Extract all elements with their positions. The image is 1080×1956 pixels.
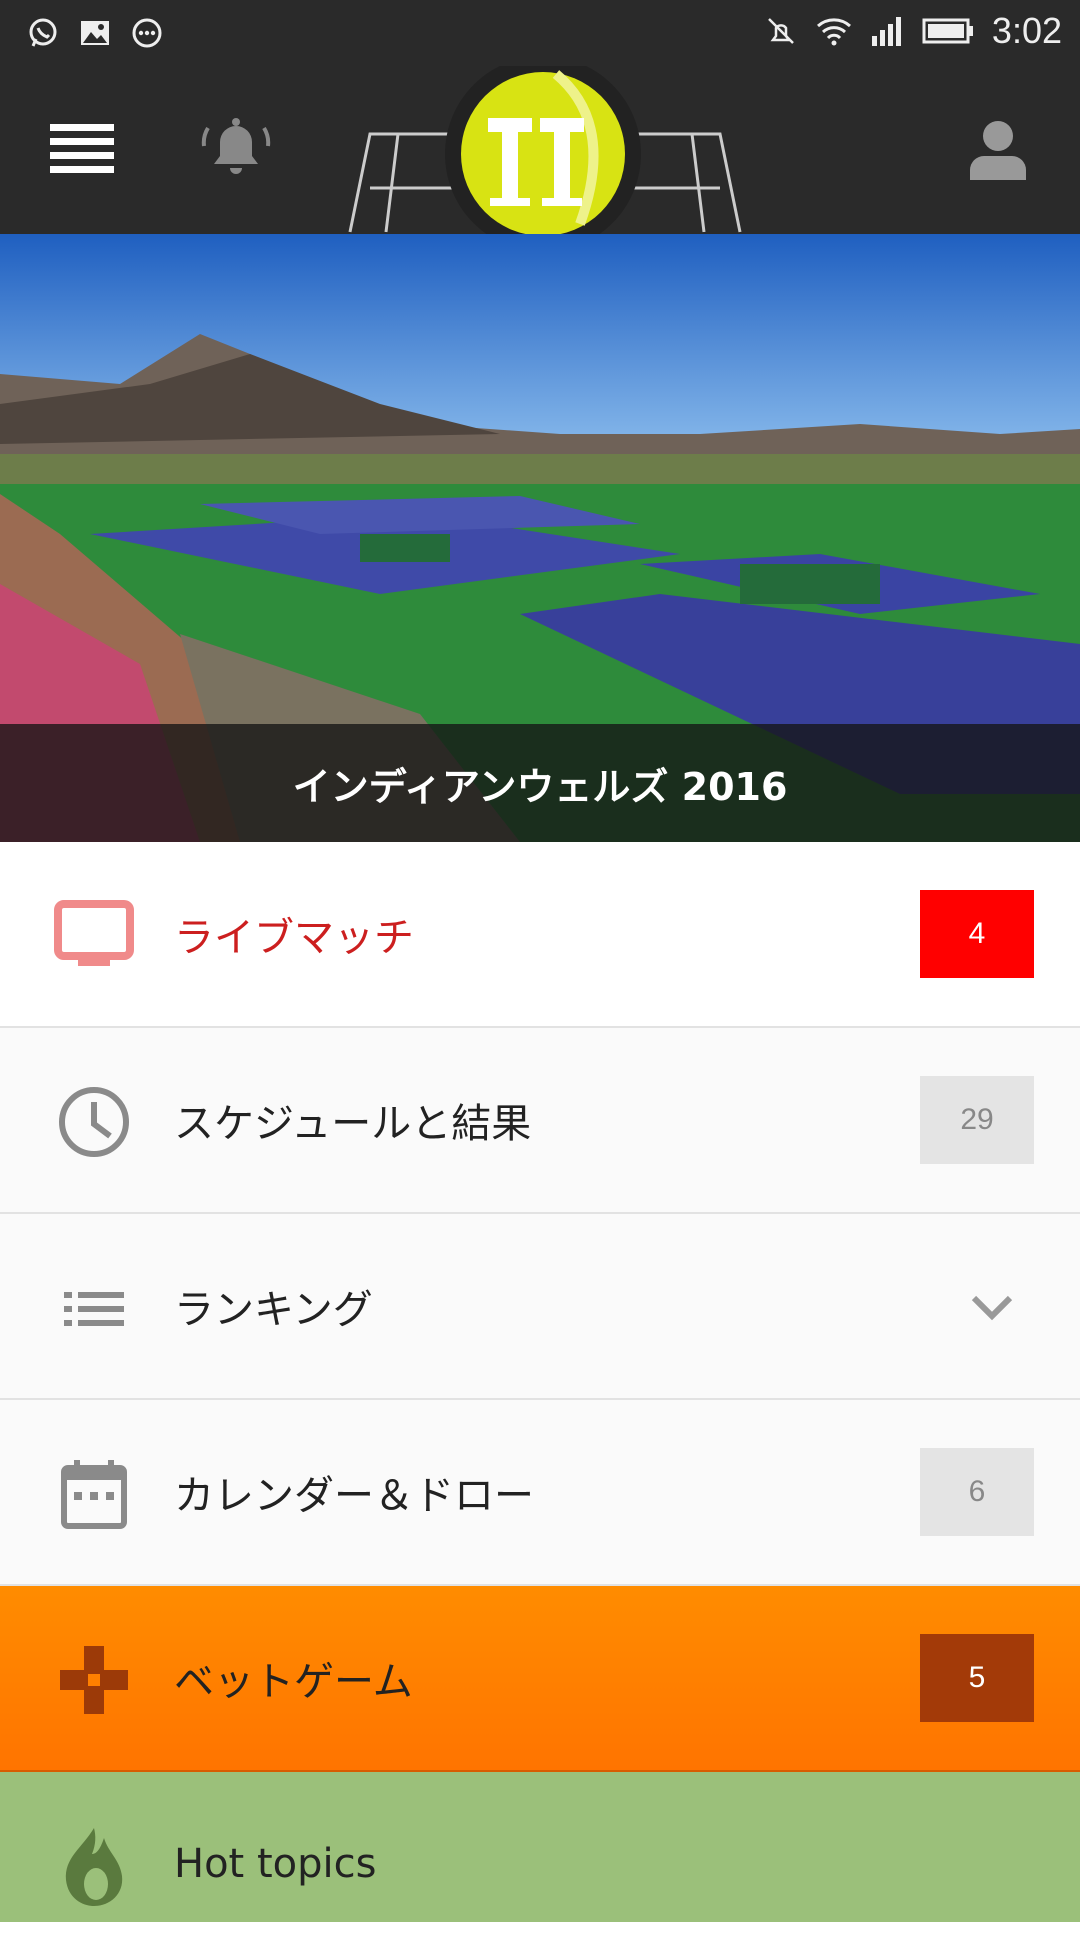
menu-item-live-matches[interactable]: ライブマッチ 4 [0, 842, 1080, 1028]
menu-item-label: カレンダー＆ドロー [174, 1473, 534, 1519]
signal-icon [871, 17, 901, 46]
menu-item-calendar-draws[interactable]: カレンダー＆ドロー 6 [0, 1400, 1080, 1586]
main-menu: ライブマッチ 4 スケジュールと結果 29 ランキング カレンダー＆ドロー 6 [0, 842, 1080, 1922]
wifi-icon [816, 18, 851, 46]
user-icon[interactable] [966, 118, 1030, 182]
calendar-icon [61, 1460, 127, 1529]
menu-item-label: ランキング [174, 1287, 373, 1333]
chevron-down-icon[interactable] [966, 1282, 1018, 1332]
hero-banner[interactable]: インディアンウェルズ 2016 [0, 234, 1080, 842]
more-icon [132, 18, 162, 48]
tournament-title: インディアンウェルズ 2016 [292, 764, 788, 809]
gamepad-icon [60, 1646, 128, 1714]
menu-item-hot-topics[interactable]: Hot topics [0, 1772, 1080, 1922]
system-icons: 3:02 [764, 10, 1062, 52]
bell-icon[interactable] [200, 114, 272, 184]
battery-icon [922, 18, 973, 44]
menu-item-label: ライブマッチ [174, 915, 414, 961]
image-icon [81, 21, 109, 45]
menu-item-label: Hot topics [174, 1841, 377, 1887]
menu-item-rankings[interactable]: ランキング [0, 1214, 1080, 1400]
menu-icon[interactable] [50, 122, 116, 178]
flame-icon [65, 1828, 123, 1906]
mute-icon [768, 18, 794, 44]
status-bar: 3:02 [0, 0, 1080, 66]
tv-icon [54, 900, 134, 966]
hero-caption: インディアンウェルズ 2016 [0, 724, 1080, 842]
menu-item-bet-game[interactable]: ベットゲーム 5 [0, 1586, 1080, 1772]
app-bar [0, 66, 1080, 252]
whatsapp-icon [29, 18, 57, 47]
notification-icons [26, 16, 164, 50]
schedule-count-badge: 29 [920, 1076, 1034, 1164]
menu-item-label: ベットゲーム [174, 1659, 413, 1705]
clock-time: 3:02 [991, 10, 1062, 51]
menu-item-schedule-results[interactable]: スケジュールと結果 29 [0, 1028, 1080, 1214]
list-icon [64, 1292, 124, 1326]
clock-icon [59, 1087, 129, 1157]
menu-item-label: スケジュールと結果 [174, 1101, 532, 1147]
calendar-count-badge: 6 [920, 1448, 1034, 1536]
live-count-badge: 4 [920, 890, 1034, 978]
bet-count-badge: 5 [920, 1634, 1034, 1722]
